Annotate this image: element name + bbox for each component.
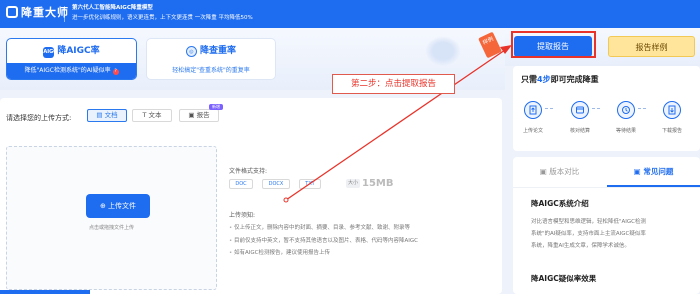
step-label: 核对结算 xyxy=(569,128,590,134)
product-dedup-label: 降查重率 xyxy=(199,46,236,56)
method-report-label: 报告 xyxy=(196,111,210,119)
header-slogan: 第六代人工智能降AIGC降重模型 进一步优化训练规则，语义更连贯，上下文更连贯 … xyxy=(72,3,253,23)
faq-icon: ▣ xyxy=(633,167,644,176)
report-sample-button[interactable]: 报告样例 xyxy=(608,36,695,57)
upload-method-label: 请选择您的上传方式: xyxy=(6,114,72,122)
faq-divider xyxy=(513,187,700,188)
upload-hint: 点击或拖拽文件上传 xyxy=(88,225,134,231)
step-label: 下载报告 xyxy=(661,128,682,134)
slogan-line1: 第六代人工智能降AIGC降重模型 xyxy=(72,5,153,11)
step-label: 等待结果 xyxy=(615,128,636,134)
product-dedup-title: ◎ 降查重率 xyxy=(147,43,275,57)
download-report-icon xyxy=(663,101,681,119)
method-text-label: 文本 xyxy=(148,111,162,119)
notice-item: 仅上传正文，删除内容中的封面、摘要、目录、参考文献、致谢、附录等 xyxy=(229,222,499,235)
product-dedup-subtitle: 轻松搞定"查重系统"的重复率 xyxy=(172,67,250,74)
method-report-button[interactable]: ▣ 报告 xyxy=(179,109,219,122)
faq-panel: ▣ 版本对比 ▣ 常见问题 降AIGC系统介绍 对比语言模型和思维逻辑，轻松降低… xyxy=(513,157,700,294)
annotation-label: 第二步：点击提取报告 xyxy=(332,74,455,94)
tab-faq-label: 常见问题 xyxy=(643,167,674,176)
upload-dropzone[interactable]: ⊕ 上传文件 点击或拖拽文件上传 xyxy=(6,146,217,290)
steps-title: 只需4步即可完成降重 xyxy=(521,74,599,85)
notice-item: 如有AIGC检测报告，建议使用报告上传 xyxy=(229,247,499,260)
notice-title: 上传须知: xyxy=(229,212,256,219)
size-tag: 大小 xyxy=(346,179,361,188)
top-divider xyxy=(64,6,65,22)
steps-count: 4步 xyxy=(537,75,551,84)
steps-title-prefix: 只需 xyxy=(521,75,537,84)
faq-question: 降AIGC系统介绍 xyxy=(531,199,589,208)
highlight-box xyxy=(511,31,596,58)
method-document-label: 文档 xyxy=(104,111,118,119)
upload-icon: ⊕ xyxy=(99,202,109,210)
new-badge: 新增 xyxy=(209,104,223,110)
product-aigc-label: 降AIGC率 xyxy=(57,46,100,56)
tab-version-compare-label: 版本对比 xyxy=(549,167,580,176)
tab-faq[interactable]: ▣ 常见问题 xyxy=(607,157,700,187)
target-icon: ◎ xyxy=(185,46,197,57)
format-docx: DOCX xyxy=(262,179,290,189)
graduation-cap-icon xyxy=(425,36,461,66)
logo-icon xyxy=(6,6,18,18)
product-card-aigc[interactable]: AIGC降AIGC率 降低"AIGC检测系统"的AI疑似率 ? xyxy=(6,38,137,80)
document-icon: ▤ xyxy=(96,111,105,119)
step-arrow xyxy=(638,108,646,110)
size-limit: 大小 15MB xyxy=(346,178,406,190)
waiting-icon xyxy=(617,101,635,119)
upload-panel: 请选择您的上传方式: ▤ 文档 T 文本 ▣ 报告 新增 ⊕ 上传文件 点击或拖… xyxy=(0,98,502,294)
bottom-accent-bar xyxy=(0,290,90,294)
format-label: 文件格式支持: xyxy=(229,168,268,175)
step-arrow xyxy=(545,108,553,110)
faq-answer: 对比语言模型和思维逻辑，轻松降低"AIGC检测 系统"的AI疑似率，支持市面上主… xyxy=(531,216,691,252)
product-aigc-title: AIGC降AIGC率 xyxy=(7,43,136,58)
brand-logo[interactable]: 降重大师 xyxy=(6,4,69,20)
compare-icon: ▣ xyxy=(539,167,550,176)
checkout-icon xyxy=(571,101,589,119)
format-doc: DOC xyxy=(229,179,253,189)
step-arrow xyxy=(592,108,600,110)
notice-list: 仅上传正文，删除内容中的封面、摘要、目录、参考文献、致谢、附录等 目前仅支持中英… xyxy=(229,222,499,260)
size-value: 15MB xyxy=(362,178,394,189)
faq-answer-line: 系统"的AI疑似率，支持市面上主流AIGC疑似率 xyxy=(531,231,646,237)
upload-paper-icon xyxy=(524,101,542,119)
slogan-line2: 进一步优化训练规则，语义更连贯，上下文更连贯 一次降重 平均降低50% xyxy=(72,15,253,21)
upload-file-button[interactable]: ⊕ 上传文件 xyxy=(86,194,150,218)
brand-name: 降重大师 xyxy=(21,6,69,19)
method-document-button[interactable]: ▤ 文档 xyxy=(87,109,127,122)
product-aigc-subtitle: 降低"AIGC检测系统"的AI疑似率 ? xyxy=(7,63,136,79)
tab-version-compare[interactable]: ▣ 版本对比 xyxy=(513,157,606,187)
product-aigc-subtitle-text: 降低"AIGC检测系统"的AI疑似率 xyxy=(24,67,111,74)
product-card-dedup[interactable]: ◎ 降查重率 轻松搞定"查重系统"的重复率 xyxy=(146,38,276,80)
format-txt: TXT xyxy=(299,179,321,189)
step-label: 上传论文 xyxy=(522,128,543,134)
steps-title-suffix: 即可完成降重 xyxy=(550,75,599,84)
report-icon: ▣ xyxy=(188,111,197,119)
help-icon[interactable]: ? xyxy=(112,69,119,75)
faq-answer-line: 对比语言模型和思维逻辑，轻松降低"AIGC检测 xyxy=(531,219,647,225)
faq-question: 降AIGC疑似率效果 xyxy=(531,274,597,283)
faq-answer-line: 系统，降重AI生成文章，保障学术诚信。 xyxy=(531,243,630,249)
notice-item: 目前仅支持中英文，暂不支持其他语言以及图片、表格、代码等内容降AIGC xyxy=(229,235,499,248)
upload-file-label: 上传文件 xyxy=(108,202,137,210)
top-bar: 降重大师 第六代人工智能降AIGC降重模型 进一步优化训练规则，语义更连贯，上下… xyxy=(0,0,700,28)
method-text-button[interactable]: T 文本 xyxy=(132,109,172,122)
steps-panel: 只需4步即可完成降重 上传论文 核对结算 等待结果 下载报告 xyxy=(513,66,700,151)
aigc-icon: AIGC xyxy=(43,47,57,58)
